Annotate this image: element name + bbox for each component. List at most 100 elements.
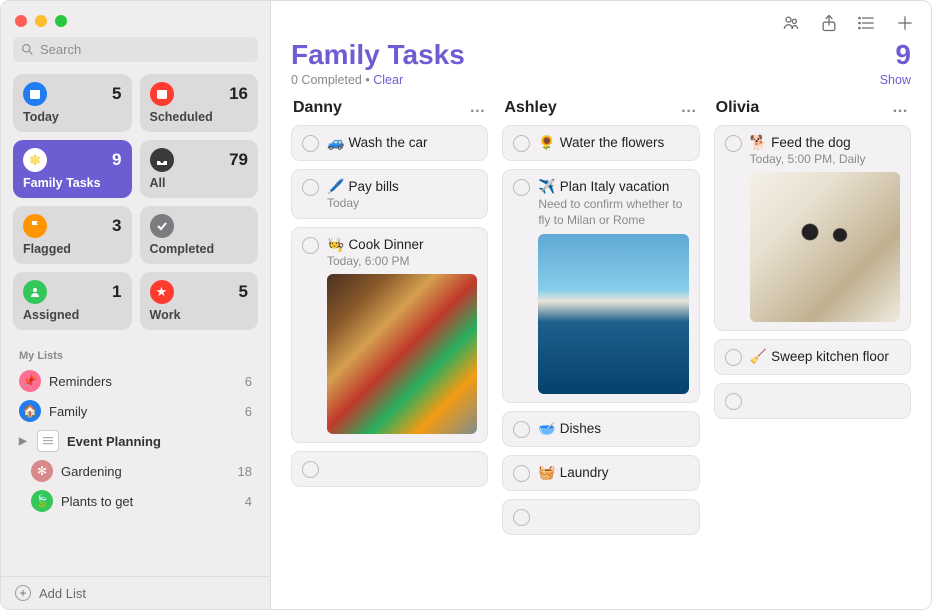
list-name: Gardening <box>61 464 230 479</box>
task-complete-radio[interactable] <box>725 349 742 366</box>
column-title: Olivia <box>716 99 760 117</box>
smart-list-all[interactable]: 79 All <box>140 140 259 198</box>
column-menu-button[interactable]: … <box>892 99 909 117</box>
column-menu-button[interactable]: … <box>681 99 698 117</box>
share-icon[interactable] <box>819 13 839 33</box>
smart-label: Family Tasks <box>23 176 122 190</box>
task-complete-radio[interactable] <box>725 393 742 410</box>
smart-list-flagged[interactable]: 3 Flagged <box>13 206 132 264</box>
add-list-button[interactable]: + Add List <box>1 576 270 609</box>
collaborate-icon[interactable] <box>781 13 801 33</box>
task-emoji: 🧑‍🍳 <box>327 236 344 253</box>
task-card[interactable]: 🥣Dishes <box>502 411 699 447</box>
task-card[interactable]: 🖊️Pay billsToday <box>291 169 488 219</box>
toolbar <box>271 1 931 37</box>
list-subheader: 0 Completed • Clear Show <box>271 71 931 97</box>
minimize-window-button[interactable] <box>35 15 47 27</box>
column-title: Ashley <box>504 99 556 117</box>
list-icon: ✻ <box>31 460 53 482</box>
task-image <box>327 274 477 434</box>
smart-count: 5 <box>112 84 121 104</box>
my-lists-section: My Lists 📌 Reminders 6 🏠 Family 6 ▶ Even… <box>1 342 270 576</box>
task-complete-radio[interactable] <box>302 461 319 478</box>
list-header: Family Tasks 9 <box>271 37 931 71</box>
sidebar-list-family[interactable]: 🏠 Family 6 <box>13 396 258 426</box>
task-complete-radio[interactable] <box>513 509 530 526</box>
add-reminder-icon[interactable] <box>895 13 915 33</box>
bullet: • <box>365 73 369 87</box>
column-danny: Danny…🚙Wash the car🖊️Pay billsToday🧑‍🍳Co… <box>291 97 488 589</box>
smart-label: All <box>150 176 249 190</box>
smart-count: 5 <box>239 282 248 302</box>
close-window-button[interactable] <box>15 15 27 27</box>
smart-list-family[interactable]: ✽ 9 Family Tasks <box>13 140 132 198</box>
task-complete-radio[interactable] <box>725 135 742 152</box>
star-icon: ★ <box>150 280 174 304</box>
task-complete-radio[interactable] <box>302 237 319 254</box>
task-complete-radio[interactable] <box>513 179 530 196</box>
search-icon <box>21 43 34 56</box>
task-card[interactable]: 🚙 Wash the car <box>291 125 488 161</box>
list-icon: 🍃 <box>31 490 53 512</box>
task-complete-radio[interactable] <box>513 465 530 482</box>
task-complete-radio[interactable] <box>513 135 530 152</box>
chevron-right-icon: ▶ <box>19 436 29 447</box>
show-completed-link[interactable]: Show <box>880 73 911 87</box>
group-name: Event Planning <box>67 434 252 449</box>
smart-count: 3 <box>112 216 121 236</box>
task-card[interactable]: ✈️Plan Italy vacationNeed to confirm whe… <box>502 169 699 403</box>
task-emoji: 🧹 <box>750 348 767 365</box>
task-complete-radio[interactable] <box>302 135 319 152</box>
list-title: Family Tasks <box>291 39 465 71</box>
new-task-placeholder[interactable] <box>291 451 488 487</box>
task-card[interactable]: 🌻 Water the flowers <box>502 125 699 161</box>
search-input[interactable]: Search <box>13 37 258 62</box>
list-icon: 🏠 <box>19 400 41 422</box>
sidebar-group-event-planning[interactable]: ▶ Event Planning <box>13 426 258 456</box>
task-card[interactable]: 🧑‍🍳Cook DinnerToday, 6:00 PM <box>291 227 488 443</box>
list-name: Reminders <box>49 374 237 389</box>
task-card[interactable]: 🧹 Sweep kitchen floor <box>714 339 911 375</box>
task-emoji: 🖊️ <box>327 178 344 195</box>
smart-label: Assigned <box>23 308 122 322</box>
task-complete-radio[interactable] <box>513 421 530 438</box>
calendar-icon <box>150 82 174 106</box>
column-title: Danny <box>293 99 342 117</box>
smart-list-today[interactable]: 5 Today <box>13 74 132 132</box>
task-note: Need to confirm whether to fly to Milan … <box>538 197 688 228</box>
column-menu-button[interactable]: … <box>469 99 486 117</box>
task-emoji: 🚙 <box>327 134 344 151</box>
sidebar-list-gardening[interactable]: ✻ Gardening 18 <box>13 456 258 486</box>
search-placeholder: Search <box>40 42 81 57</box>
task-image <box>750 172 900 322</box>
completed-count-text: 0 Completed <box>291 73 362 87</box>
task-title: Wash the car <box>348 135 427 150</box>
calendar-icon <box>23 82 47 106</box>
task-image <box>538 234 688 394</box>
fullscreen-window-button[interactable] <box>55 15 67 27</box>
smart-list-work[interactable]: ★ 5 Work <box>140 272 259 330</box>
smart-count: 1 <box>112 282 121 302</box>
task-emoji: 🌻 <box>538 134 555 151</box>
smart-list-completed[interactable]: Completed <box>140 206 259 264</box>
task-title: Sweep kitchen floor <box>771 349 889 364</box>
task-card[interactable]: 🐕Feed the dogToday, 5:00 PM, Daily <box>714 125 911 331</box>
new-task-placeholder[interactable] <box>714 383 911 419</box>
list-count: 18 <box>238 464 252 479</box>
smart-list-scheduled[interactable]: 16 Scheduled <box>140 74 259 132</box>
task-emoji: ✈️ <box>538 178 555 195</box>
sparkle-icon: ✽ <box>23 148 47 172</box>
task-card[interactable]: 🧺Laundry <box>502 455 699 491</box>
list-icon: 📌 <box>19 370 41 392</box>
sidebar-list-plants-to-get[interactable]: 🍃 Plants to get 4 <box>13 486 258 516</box>
view-options-icon[interactable] <box>857 13 877 33</box>
sidebar-list-reminders[interactable]: 📌 Reminders 6 <box>13 366 258 396</box>
clear-completed-link[interactable]: Clear <box>373 73 403 87</box>
task-title: Water the flowers <box>560 135 665 150</box>
task-title: Pay bills <box>348 179 398 194</box>
new-task-placeholder[interactable] <box>502 499 699 535</box>
column-ashley: Ashley … 🌻 Water the flowers ✈️Plan Italy va… <box>502 97 699 589</box>
smart-list-assigned[interactable]: 1 Assigned <box>13 272 132 330</box>
list-count: 6 <box>245 404 252 419</box>
task-complete-radio[interactable] <box>302 179 319 196</box>
